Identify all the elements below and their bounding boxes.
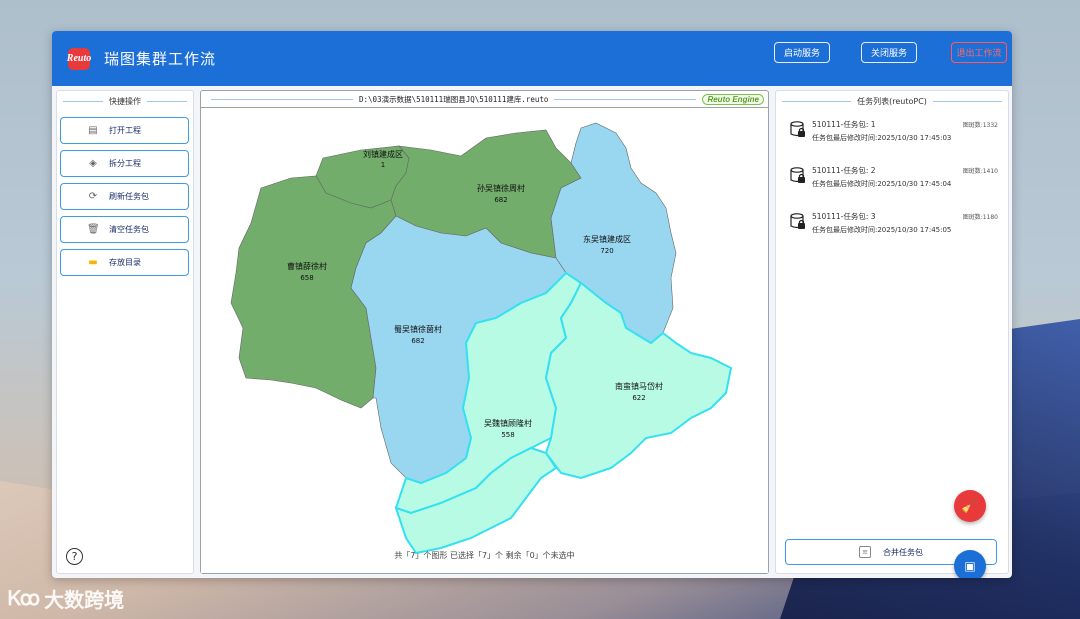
- task-name: 510111-任务包: 1: [812, 120, 876, 129]
- map-value: 658: [300, 274, 313, 282]
- open-project-button[interactable]: ▤ 打开工程: [60, 117, 189, 144]
- map-label: 孙吴镇徐周村: [477, 183, 525, 193]
- storage-folder-label: 存放目录: [109, 258, 141, 267]
- refresh-task-label: 刷新任务包: [109, 192, 149, 201]
- broom-clean-icon[interactable]: 🧹: [954, 490, 986, 522]
- watermark-text: 大数跨境: [44, 590, 125, 612]
- map-value: 720: [600, 247, 613, 255]
- merge-tasks-label: 合并任务包: [883, 547, 923, 557]
- titlebar: Reuto 瑞图集群工作流 启动服务 关闭服务 退出工作流: [52, 31, 1012, 86]
- app-window: Reuto 瑞图集群工作流 启动服务 关闭服务 退出工作流 快捷操作 ▤ 打开工…: [52, 31, 1012, 578]
- clear-task-button[interactable]: 🗑 清空任务包: [60, 216, 189, 243]
- map-label: 东吴镇建成区: [583, 234, 631, 244]
- engine-badge: Reuto Engine: [702, 93, 765, 105]
- map-label: 蜀吴镇徐菌村: [394, 324, 442, 334]
- map-canvas[interactable]: 刘镇建成区 1 孙吴镇徐周村 682 曹镇薛徐村 658 东吴镇建成区 720 …: [201, 107, 768, 573]
- selection-status: 共「7」个图形 已选择「7」个 剩余「0」个未选中: [394, 551, 575, 560]
- trash-icon: 🗑: [87, 224, 100, 235]
- map-value: 682: [411, 337, 424, 345]
- split-project-button[interactable]: ◈ 拆分工程: [60, 150, 189, 177]
- task-name: 510111-任务包: 2: [812, 166, 876, 175]
- map-value: 682: [494, 196, 507, 204]
- map-svg[interactable]: 刘镇建成区 1 孙吴镇徐周村 682 曹镇薛徐村 658 东吴镇建成区 720 …: [201, 108, 768, 574]
- merge-icon: ≡: [859, 546, 871, 558]
- split-project-label: 拆分工程: [109, 159, 141, 168]
- project-path: D:\03演示数据\510111瑞图县JQ\510111建库.reuto: [359, 94, 549, 104]
- quick-ops-heading: 快捷操作: [57, 95, 193, 107]
- watermark: Ꮶꝏ 大数跨境: [8, 584, 124, 613]
- task-item[interactable]: 510111-任务包: 1 任务包最后修改时间:2025/10/30 17:45…: [782, 113, 1002, 159]
- database-lock-icon: [790, 213, 805, 229]
- database-lock-icon: [790, 121, 805, 137]
- exit-workflow-button[interactable]: 退出工作流: [951, 42, 1007, 63]
- app-title: 瑞图集群工作流: [104, 50, 217, 68]
- clear-task-label: 清空任务包: [109, 225, 149, 234]
- app-logo: Reuto: [67, 47, 91, 70]
- task-modified-time: 任务包最后修改时间:2025/10/30 17:45:03: [812, 134, 952, 142]
- help-icon[interactable]: ?: [66, 548, 83, 565]
- map-label: 吴魏镇顾隆村: [484, 418, 532, 428]
- open-project-icon: ▤: [88, 125, 98, 136]
- map-label: 南蛮镇马岱村: [615, 381, 663, 391]
- task-count: 图斑数:1410: [962, 168, 998, 175]
- map-label: 曹镇薛徐村: [287, 261, 327, 271]
- stop-service-button[interactable]: 关闭服务: [861, 42, 917, 63]
- folder-icon: ▬: [88, 257, 98, 268]
- task-count: 图斑数:1332: [962, 122, 998, 129]
- task-list-heading: 任务列表(reutoPC): [776, 95, 1008, 107]
- task-modified-time: 任务包最后修改时间:2025/10/30 17:45:05: [812, 226, 952, 234]
- task-name: 510111-任务包: 3: [812, 212, 876, 221]
- split-project-icon: ◈: [89, 158, 97, 169]
- quick-ops-panel: 快捷操作 ▤ 打开工程 ◈ 拆分工程 ⟳ 刷新任务包 🗑 清空任务包 ▬ 存放目…: [56, 90, 194, 574]
- map-value: 558: [501, 431, 514, 439]
- database-lock-icon: [790, 167, 805, 183]
- map-panel: D:\03演示数据\510111瑞图县JQ\510111建库.reuto Reu…: [200, 90, 769, 574]
- map-label: 刘镇建成区: [363, 149, 403, 159]
- map-value: 1: [381, 161, 385, 169]
- task-count: 图斑数:1180: [962, 214, 998, 221]
- start-service-button[interactable]: 启动服务: [774, 42, 830, 63]
- map-header: D:\03演示数据\510111瑞图县JQ\510111建库.reuto Reu…: [201, 91, 768, 107]
- task-modified-time: 任务包最后修改时间:2025/10/30 17:45:04: [812, 180, 952, 188]
- pin-app-icon[interactable]: ▣: [954, 550, 986, 578]
- task-item[interactable]: 510111-任务包: 3 任务包最后修改时间:2025/10/30 17:45…: [782, 205, 1002, 251]
- refresh-task-button[interactable]: ⟳ 刷新任务包: [60, 183, 189, 210]
- refresh-icon: ⟳: [88, 191, 98, 202]
- map-value: 622: [632, 394, 645, 402]
- task-item[interactable]: 510111-任务包: 2 任务包最后修改时间:2025/10/30 17:45…: [782, 159, 1002, 205]
- storage-folder-button[interactable]: ▬ 存放目录: [60, 249, 189, 276]
- watermark-logo: Ꮶꝏ: [8, 588, 40, 610]
- open-project-label: 打开工程: [109, 126, 141, 135]
